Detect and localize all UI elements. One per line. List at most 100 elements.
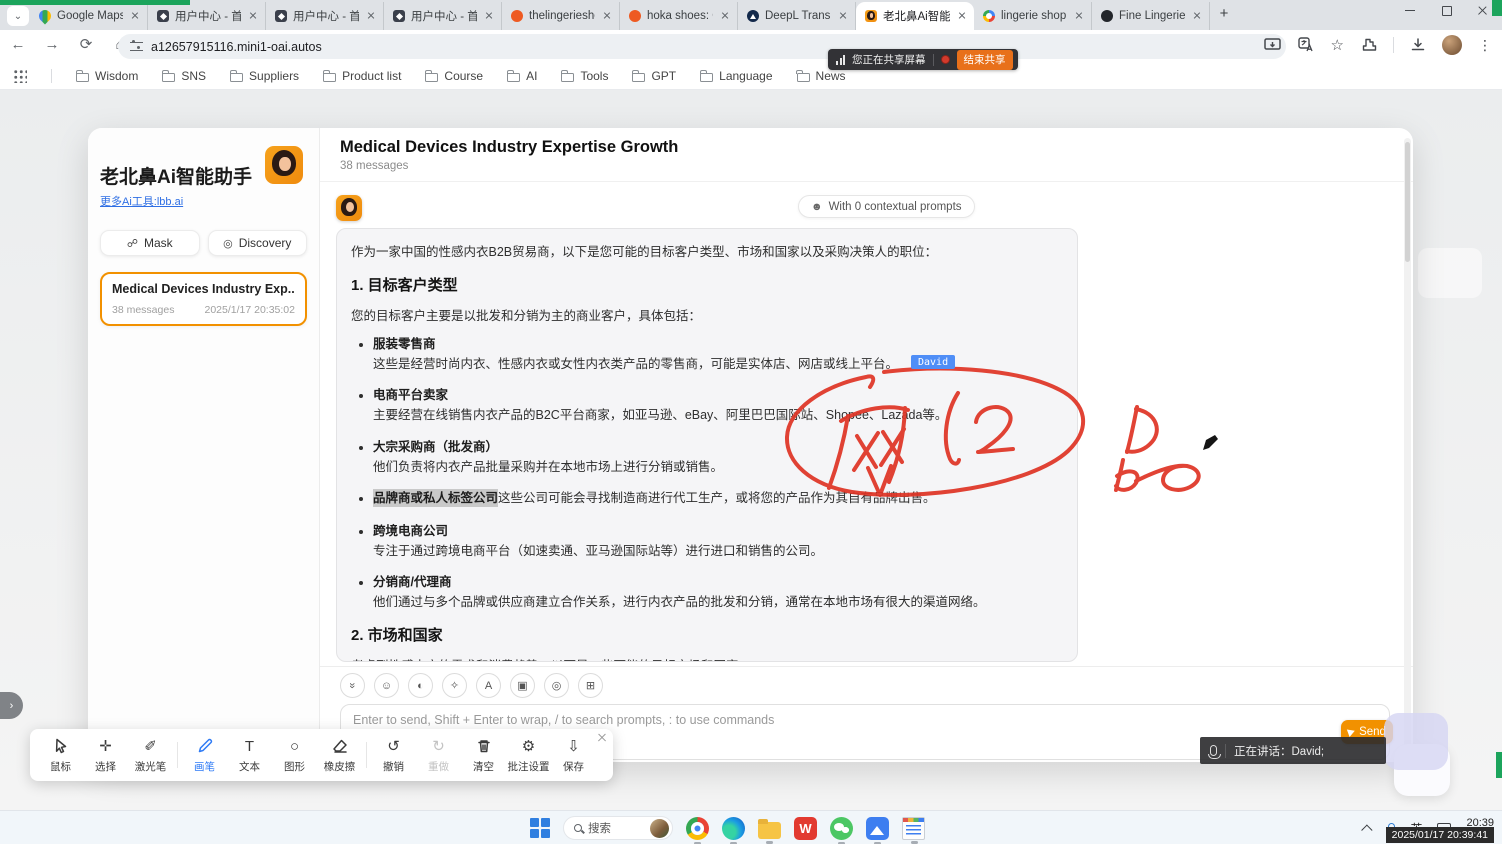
translate-icon[interactable] — [1298, 37, 1315, 53]
address-bar[interactable]: a12657915116.mini1-oai.autos — [118, 34, 1286, 59]
bookmark-item[interactable]: Suppliers — [230, 69, 299, 83]
tool-save[interactable]: ⇩ 保存 — [551, 737, 596, 774]
bookmark-item[interactable]: Language — [700, 69, 772, 83]
browser-tab[interactable]: lingerie shop - G — [974, 2, 1092, 30]
browser-tab[interactable]: DeepL Translate — [738, 2, 856, 30]
browser-tab[interactable]: 用户中心 - 首页 — [384, 2, 502, 30]
file-explorer-icon[interactable] — [758, 822, 781, 839]
wechat-icon[interactable] — [830, 817, 853, 840]
bookmark-item[interactable]: News — [797, 69, 846, 83]
mask-button[interactable]: ☍Mask — [100, 230, 200, 256]
bookmark-item[interactable]: SNS — [162, 69, 206, 83]
bookmark-label: GPT — [651, 69, 676, 83]
window-maximize-button[interactable] — [1440, 4, 1452, 16]
chat-scrollbar[interactable] — [1404, 138, 1411, 752]
chrome-taskbar-icon[interactable] — [686, 817, 709, 840]
search-highlight-image[interactable] — [650, 819, 669, 838]
browser-tab[interactable]: thelingerieshop — [502, 2, 620, 30]
portrait-icon[interactable]: ☺ — [374, 673, 399, 698]
tab-close-icon[interactable] — [719, 10, 731, 22]
edge-taskbar-icon[interactable] — [722, 817, 745, 840]
tab-search-chevron-icon[interactable]: ⌄ — [7, 6, 29, 26]
background-ghost-card — [1418, 248, 1482, 298]
tray-overflow-chevron-icon[interactable] — [1362, 824, 1373, 835]
running-indicator — [766, 841, 773, 844]
tab-close-icon[interactable] — [365, 10, 377, 22]
window-close-button[interactable] — [1476, 4, 1488, 16]
message-para-1: 您的目标客户主要是以批发和分销为主的商业客户，具体包括： — [351, 307, 1063, 325]
annotation-author-tag: David — [911, 355, 955, 369]
tab-close-icon[interactable] — [129, 10, 141, 22]
browser-tab[interactable]: 用户中心 - 首页 — [148, 2, 266, 30]
browser-menu-icon[interactable]: ⋮ — [1478, 37, 1492, 54]
trash-icon — [475, 737, 493, 755]
tab-close-icon[interactable] — [837, 10, 849, 22]
tool-select[interactable]: ✛ 选择 — [83, 737, 128, 774]
browser-tab-active[interactable]: 老北鼻Ai智能助手 — [856, 2, 974, 30]
tool-annotation-settings[interactable]: ⚙ 批注设置 — [506, 737, 551, 774]
bookmark-item[interactable]: Tools — [561, 69, 608, 83]
cursor-arrow-icon — [52, 737, 70, 755]
chat-list-item[interactable]: Medical Devices Industry Exp... 38 messa… — [100, 272, 307, 326]
chat-body[interactable]: ☻ With 0 contextual prompts 作为一家中国的性感内衣B… — [320, 182, 1413, 666]
theme-icon[interactable]: ◐ — [408, 673, 433, 698]
collapse-chevron-icon[interactable]: » — [340, 673, 365, 698]
discovery-button[interactable]: ◎Discovery — [208, 230, 308, 256]
browser-tab[interactable]: 用户中心 - 首页 — [266, 2, 384, 30]
tool-clear[interactable]: 清空 — [461, 737, 506, 774]
image-icon[interactable]: ▣ — [510, 673, 535, 698]
plugins-grid-icon[interactable]: ⊞ — [578, 673, 603, 698]
message-heading-2: 2. 市场和国家 — [351, 625, 1063, 647]
window-minimize-button[interactable] — [1404, 4, 1416, 16]
tab-close-icon[interactable] — [601, 10, 613, 22]
back-button[interactable]: ← — [8, 36, 28, 53]
contextual-prompts-pill[interactable]: ☻ With 0 contextual prompts — [798, 195, 975, 218]
font-size-icon[interactable]: A — [476, 673, 501, 698]
tool-text[interactable]: T 文本 — [227, 737, 272, 774]
browser-tab[interactable]: Google Maps — [30, 2, 148, 30]
bookmark-item[interactable]: AI — [507, 69, 537, 83]
bookmark-label: SNS — [181, 69, 206, 83]
tab-close-icon[interactable] — [956, 10, 968, 22]
tab-close-icon[interactable] — [1073, 10, 1085, 22]
tool-laser-pen[interactable]: ✐ 激光笔 — [128, 737, 173, 774]
tab-close-icon[interactable] — [483, 10, 495, 22]
site-settings-icon[interactable] — [130, 42, 143, 51]
more-tools-link[interactable]: 更多Ai工具:lbb.ai — [100, 193, 183, 209]
tool-eraser[interactable]: 橡皮擦 — [317, 737, 362, 774]
cast-install-icon[interactable] — [1264, 37, 1282, 53]
bookmark-item[interactable]: GPT — [632, 69, 676, 83]
bookmark-star-icon[interactable]: ☆ — [1331, 36, 1344, 54]
new-tab-button[interactable]: + — [1216, 7, 1232, 23]
stop-sharing-button[interactable]: 结束共享 — [957, 50, 1013, 70]
tab-close-icon[interactable] — [1191, 10, 1203, 22]
extensions-icon[interactable] — [1360, 37, 1377, 54]
bookmark-item[interactable]: Wisdom — [76, 69, 138, 83]
bullet-title: 电商平台卖家 — [373, 386, 1063, 404]
browser-tab[interactable]: Fine Lingerie, Sle — [1092, 2, 1210, 30]
tab-label: 用户中心 - 首页 — [411, 8, 477, 24]
profile-avatar[interactable] — [1442, 35, 1462, 55]
reload-button[interactable]: ⟳ — [76, 35, 96, 53]
prompt-wand-icon[interactable]: ✧ — [442, 673, 467, 698]
wps-office-icon[interactable]: W — [794, 817, 817, 840]
bookmark-label: Course — [444, 69, 483, 83]
tool-undo[interactable]: ↺ 撤销 — [371, 737, 416, 774]
taskbar-search[interactable]: 搜索 — [563, 816, 673, 840]
bookmark-item[interactable]: Course — [425, 69, 483, 83]
tool-cursor[interactable]: 鼠标 — [38, 737, 83, 774]
tool-pen-active[interactable]: 画笔 — [182, 737, 227, 774]
annotation-toolbar-close-icon[interactable] — [597, 733, 607, 743]
floating-widget[interactable] — [1384, 713, 1448, 770]
apps-grid-icon[interactable] — [14, 70, 27, 83]
tool-shapes[interactable]: ○ 图形 — [272, 737, 317, 774]
forward-button[interactable]: → — [42, 36, 62, 53]
browser-tab[interactable]: hoka shoes: Ove — [620, 2, 738, 30]
downloads-icon[interactable] — [1410, 37, 1426, 53]
bookmark-item[interactable]: Product list — [323, 69, 401, 83]
robot-icon[interactable]: ◎ — [544, 673, 569, 698]
start-button[interactable] — [530, 818, 550, 838]
cloud-app-icon[interactable] — [866, 817, 889, 840]
notepad-app-icon[interactable] — [902, 817, 925, 840]
tab-close-icon[interactable] — [247, 10, 259, 22]
